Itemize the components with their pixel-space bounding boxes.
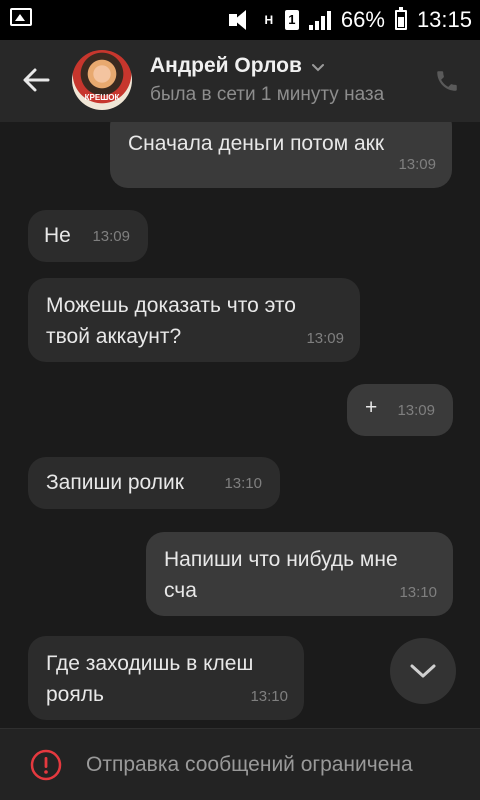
contact-name: Андрей Орлов	[150, 54, 302, 77]
message-incoming[interactable]: Можешь доказать что это твой аккаунт? 13…	[28, 278, 360, 362]
avatar[interactable]: КРЕШОК	[72, 50, 132, 110]
contact-name-row[interactable]: Андрей Орлов	[150, 54, 324, 78]
image-icon	[10, 8, 32, 26]
message-incoming[interactable]: Не 13:09	[28, 210, 148, 262]
status-bar: H 1 66% 13:15	[0, 0, 480, 40]
sim-icon: 1	[284, 10, 299, 30]
restriction-banner: Отправка сообщений ограничена	[0, 728, 480, 800]
message-incoming[interactable]: Запиши ролик 13:10	[28, 457, 280, 509]
message-text: Напиши что нибудь мне сча	[164, 548, 398, 602]
warning-icon	[30, 749, 62, 781]
message-text: Где заходишь в клеш рояль	[46, 652, 254, 706]
message-time: 13:10	[224, 475, 262, 492]
message-text: Сначала деньги потом акк	[128, 132, 385, 155]
status-icons: H 1 66% 13:15	[225, 6, 472, 34]
network-type: H	[264, 13, 274, 27]
message-time: 13:09	[92, 228, 130, 245]
scroll-down-button[interactable]	[390, 638, 456, 704]
message-time: 13:09	[397, 402, 435, 419]
message-text: Запиши ролик	[46, 471, 184, 494]
back-arrow-icon[interactable]	[22, 66, 50, 94]
message-time: 13:09	[306, 330, 344, 347]
chat-header: КРЕШОК Андрей Орлов была в сети 1 минуту…	[0, 40, 480, 122]
phone-icon[interactable]	[434, 68, 460, 94]
last-seen-status: была в сети 1 минуту наза	[150, 84, 385, 105]
battery-icon	[394, 7, 407, 30]
avatar-caption: КРЕШОК	[84, 93, 120, 102]
message-text: Не	[44, 224, 71, 247]
message-outgoing[interactable]: Напиши что нибудь мне сча 13:10	[146, 532, 453, 616]
message-time: 13:10	[399, 584, 437, 601]
message-text: +	[365, 396, 378, 419]
message-outgoing[interactable]: + 13:09	[347, 384, 453, 436]
chevron-down-icon	[410, 664, 436, 678]
message-time: 13:09	[398, 156, 436, 173]
message-list[interactable]: Сначала деньги потом акк 13:09 Не 13:09 …	[0, 122, 480, 728]
restriction-text: Отправка сообщений ограничена	[86, 753, 413, 776]
battery-percent: 66%	[340, 7, 385, 32]
mute-icon	[225, 10, 253, 30]
message-outgoing[interactable]: Сначала деньги потом акк 13:09	[110, 122, 452, 188]
signal-icon	[308, 10, 331, 30]
message-text: Можешь доказать что это твой аккаунт?	[46, 294, 296, 348]
message-incoming[interactable]: Где заходишь в клеш рояль 13:10	[28, 636, 304, 720]
clock: 13:15	[416, 7, 472, 32]
chevron-down-icon	[311, 60, 324, 72]
message-time: 13:10	[250, 688, 288, 705]
